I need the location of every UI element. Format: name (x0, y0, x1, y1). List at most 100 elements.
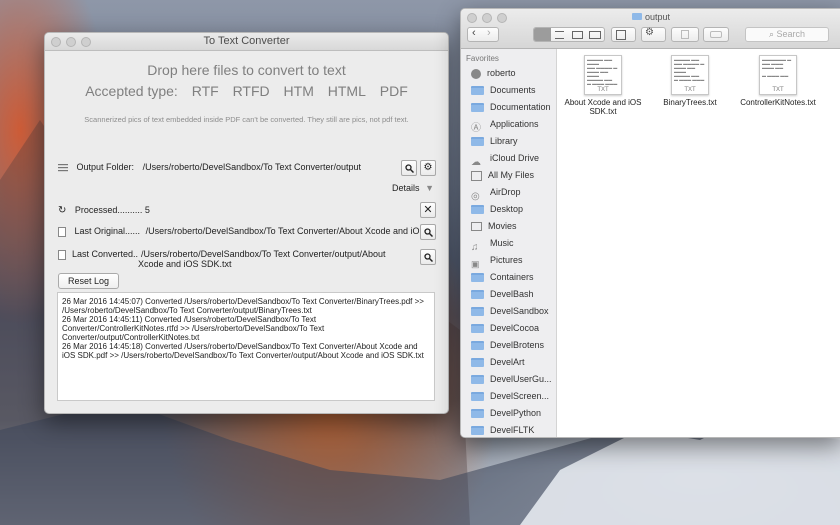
settings-button[interactable]: ⚙ (420, 160, 436, 176)
magnifier-icon (423, 227, 433, 237)
window-controls (51, 37, 91, 47)
close-window-button[interactable] (51, 37, 61, 47)
sidebar-item-label: DevelSandbox (490, 306, 549, 316)
folder-icon (471, 341, 484, 350)
sidebar-item-label: roberto (487, 68, 516, 78)
sidebar-item-roberto[interactable]: roberto (461, 65, 556, 82)
details-label: Details (392, 183, 420, 193)
view-mode-buttons[interactable] (533, 27, 605, 42)
folder-icon (631, 13, 642, 20)
sidebar-item-develbash[interactable]: DevelBash (461, 286, 556, 303)
sidebar-item-label: Movies (488, 221, 517, 231)
forward-arrow-icon[interactable]: › (487, 27, 491, 39)
log-line: 26 Mar 2016 14:45:07) Converted /Users/r… (62, 297, 424, 315)
log-line: 26 Mar 2016 14:45:18) Converted /Users/r… (62, 342, 424, 360)
finder-sidebar: Favorites roberto Documents Documentatio… (461, 49, 557, 437)
gear-icon: ⚙ (645, 27, 654, 38)
sidebar-item-movies[interactable]: Movies (461, 218, 556, 235)
text-document-icon: ▬▬▬▬▬▬ ▬ ▬▬ ▬▬▬ ▬▬▬ ▬▬ ▬ ▬▬▬ ▬▬ TXT (759, 55, 797, 95)
folder-icon (471, 307, 484, 316)
file-item[interactable]: ▬▬▬▬▬▬ ▬ ▬▬ ▬▬▬ ▬▬▬ ▬▬ ▬ ▬▬▬ ▬▬ TXT Control… (737, 55, 819, 107)
back-arrow-icon[interactable]: ‹ (472, 27, 476, 39)
sidebar-item-pictures[interactable]: ▣ Pictures (461, 252, 556, 269)
tags-button[interactable] (703, 27, 729, 42)
sidebar-item-label: Containers (490, 272, 534, 282)
sidebar-item-label: DevelArt (490, 357, 525, 367)
sidebar-item-containers[interactable]: Containers (461, 269, 556, 286)
last-original-row: Last Original...... /Users/roberto/Devel… (58, 226, 426, 237)
share-button[interactable] (671, 27, 699, 42)
folder-lines-icon (58, 163, 68, 171)
sidebar-item-label: Applications (490, 119, 539, 129)
list-view-icon[interactable] (555, 31, 564, 39)
pdf-note: Scannerized pics of text embedded inside… (84, 115, 409, 124)
output-folder-label: Output Folder: (76, 162, 135, 172)
file-ext-label: TXT (772, 87, 784, 93)
sidebar-item-label: AirDrop (490, 187, 521, 197)
arrange-button[interactable] (611, 27, 636, 42)
column-view-icon[interactable] (572, 31, 583, 39)
clear-button[interactable]: ✕ (420, 202, 436, 218)
sidebar-item-documents[interactable]: Documents (461, 82, 556, 99)
sidebar-item-develbrotens[interactable]: DevelBrotens (461, 337, 556, 354)
sidebar-item-documentation[interactable]: Documentation (461, 99, 556, 116)
folder-icon (471, 409, 484, 418)
reset-log-button[interactable]: Reset Log (58, 273, 119, 289)
sidebar-item-develfltk[interactable]: DevelFLTK (461, 422, 556, 437)
type-rtfd: RTFD (232, 83, 270, 99)
converter-titlebar[interactable]: To Text Converter (45, 33, 448, 51)
magnifier-icon (423, 252, 433, 262)
folder-icon (471, 392, 484, 401)
processed-count: Processed.......... 5 (74, 205, 150, 215)
sidebar-item-label: DevelBrotens (490, 340, 545, 350)
file-item[interactable]: ▬▬▬▬ ▬▬ ▬▬ ▬▬▬▬ ▬ ▬▬▬ ▬▬ ▬▬▬ ▬▬▬▬ ▬▬ ▬ ▬▬▬ ▬… (649, 55, 731, 107)
sidebar-item-develart[interactable]: DevelArt (461, 354, 556, 371)
search-output-button[interactable] (401, 160, 417, 176)
details-toggle[interactable]: Details ▼ (392, 183, 434, 193)
search-placeholder: Search (776, 29, 806, 39)
user-icon (471, 68, 481, 79)
document-icon (58, 250, 66, 260)
search-input[interactable]: ⌕ Search (745, 27, 829, 42)
search-icon: ⌕ (768, 29, 774, 39)
sidebar-item-applications[interactable]: Ⓐ Applications (461, 116, 556, 134)
zoom-window-button[interactable] (81, 37, 91, 47)
last-original-path: /Users/roberto/DevelSandbox/To Text Conv… (145, 226, 426, 236)
icon-view-icon[interactable] (534, 28, 551, 41)
sidebar-item-develscreenshots[interactable]: DevelScreen... (461, 388, 556, 405)
folder-icon (471, 273, 484, 282)
sidebar-item-label: Desktop (490, 204, 524, 214)
cloud-icon: ☁ (471, 156, 481, 168)
type-pdf: PDF (379, 83, 408, 99)
finder-window: output ‹ › ⚙ ⌕ Search Favorites roberto … (460, 8, 840, 438)
sidebar-item-develuserguides[interactable]: DevelUserGu... (461, 371, 556, 388)
refresh-icon: ↻ (58, 205, 67, 217)
sidebar-item-icloud-drive[interactable]: ☁ iCloud Drive (461, 150, 556, 168)
sidebar-item-label: DevelFLTK (490, 425, 535, 435)
folder-icon (471, 103, 484, 112)
pictures-icon: ▣ (471, 258, 480, 269)
sidebar-item-develcocoa[interactable]: DevelCocoa (461, 320, 556, 337)
share-icon (681, 30, 689, 39)
sidebar-item-label: DevelUserGu... (490, 374, 552, 384)
sidebar-item-desktop[interactable]: Desktop (461, 201, 556, 218)
reveal-original-button[interactable] (420, 224, 436, 240)
sidebar-item-develpython[interactable]: DevelPython (461, 405, 556, 422)
file-ext-label: TXT (684, 87, 696, 93)
drop-zone-title[interactable]: Drop here files to convert to text (45, 62, 448, 78)
accepted-label: Accepted type: (85, 83, 178, 99)
reveal-converted-button[interactable] (420, 249, 436, 265)
back-forward-buttons[interactable]: ‹ › (467, 27, 499, 42)
sidebar-item-library[interactable]: Library (461, 133, 556, 150)
sidebar-item-all-my-files[interactable]: All My Files (461, 167, 556, 184)
sidebar-item-develsandbox[interactable]: DevelSandbox (461, 303, 556, 320)
close-icon: ✕ (423, 203, 433, 216)
minimize-window-button[interactable] (66, 37, 76, 47)
sidebar-item-music[interactable]: ♫ Music (461, 235, 556, 253)
finder-title-text: output (644, 12, 671, 22)
coverflow-view-icon[interactable] (589, 31, 601, 39)
log-textview[interactable]: 26 Mar 2016 14:45:07) Converted /Users/r… (57, 292, 435, 401)
file-item[interactable]: ▬▬▬▬ ▬▬ ▬▬▬ ▬▬ ▬▬▬▬ ▬ ▬▬▬ ▬▬ ▬▬▬ ▬▬▬▬ ▬▬ ▬ ▬… (562, 55, 644, 116)
action-button[interactable]: ⚙ (641, 27, 666, 42)
sidebar-item-airdrop[interactable]: ◎ AirDrop (461, 184, 556, 202)
